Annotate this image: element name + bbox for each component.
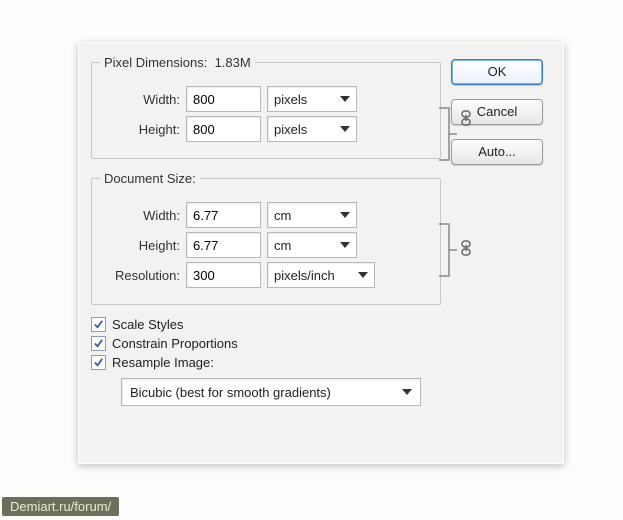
- resample-method-value: Bicubic (best for smooth gradients): [130, 385, 331, 400]
- doc-height-unit-value: cm: [274, 238, 291, 253]
- watermark-label: Demiart.ru/forum/: [2, 497, 119, 516]
- checkmark-icon: [93, 338, 104, 349]
- doc-height-unit-select[interactable]: cm: [267, 232, 357, 258]
- pixel-dimensions-legend: Pixel Dimensions: 1.83M: [100, 55, 255, 70]
- pixel-height-unit-select[interactable]: pixels: [267, 116, 357, 142]
- chevron-down-icon: [340, 96, 350, 102]
- resolution-label: Resolution:: [100, 268, 180, 283]
- resolution-unit-select[interactable]: pixels/inch: [267, 262, 375, 288]
- resample-image-label: Resample Image:: [112, 355, 214, 370]
- main-column: Pixel Dimensions: 1.83M Width: pixels He…: [91, 55, 441, 406]
- resolution-input[interactable]: [186, 262, 261, 288]
- ok-button[interactable]: OK: [451, 59, 543, 85]
- chevron-down-icon: [358, 272, 368, 278]
- doc-width-input[interactable]: [186, 202, 261, 228]
- auto-button[interactable]: Auto...: [451, 139, 543, 165]
- doc-width-label: Width:: [100, 208, 180, 223]
- doc-height-input[interactable]: [186, 232, 261, 258]
- constrain-proportions-label: Constrain Proportions: [112, 336, 238, 351]
- doc-width-unit-value: cm: [274, 208, 291, 223]
- link-bracket-icon: [434, 220, 460, 280]
- chain-link-icon: [460, 240, 472, 259]
- pixel-height-input[interactable]: [186, 116, 261, 142]
- document-size-legend: Document Size:: [100, 171, 200, 186]
- chevron-down-icon: [340, 242, 350, 248]
- constrain-proportions-checkbox[interactable]: [91, 336, 106, 351]
- pixel-height-label: Height:: [100, 122, 180, 137]
- pixel-width-unit-select[interactable]: pixels: [267, 86, 357, 112]
- checkmark-icon: [93, 319, 104, 330]
- resolution-unit-value: pixels/inch: [274, 268, 335, 283]
- link-bracket-icon: [434, 104, 460, 164]
- doc-width-unit-select[interactable]: cm: [267, 202, 357, 228]
- pixel-width-unit-value: pixels: [274, 92, 307, 107]
- scale-styles-label: Scale Styles: [112, 317, 184, 332]
- chevron-down-icon: [340, 126, 350, 132]
- resample-image-checkbox[interactable]: [91, 355, 106, 370]
- resample-method-select[interactable]: Bicubic (best for smooth gradients): [121, 378, 421, 406]
- pixel-width-input[interactable]: [186, 86, 261, 112]
- chevron-down-icon: [402, 389, 412, 395]
- chain-link-icon: [460, 110, 472, 129]
- doc-height-label: Height:: [100, 238, 180, 253]
- scale-styles-checkbox[interactable]: [91, 317, 106, 332]
- checkmark-icon: [93, 357, 104, 368]
- pixel-width-label: Width:: [100, 92, 180, 107]
- chevron-down-icon: [340, 212, 350, 218]
- pixel-dimensions-group: Pixel Dimensions: 1.83M Width: pixels He…: [91, 55, 441, 159]
- image-size-dialog: Pixel Dimensions: 1.83M Width: pixels He…: [78, 42, 564, 464]
- document-size-group: Document Size: Width: cm Height: cm: [91, 171, 441, 305]
- pixel-height-unit-value: pixels: [274, 122, 307, 137]
